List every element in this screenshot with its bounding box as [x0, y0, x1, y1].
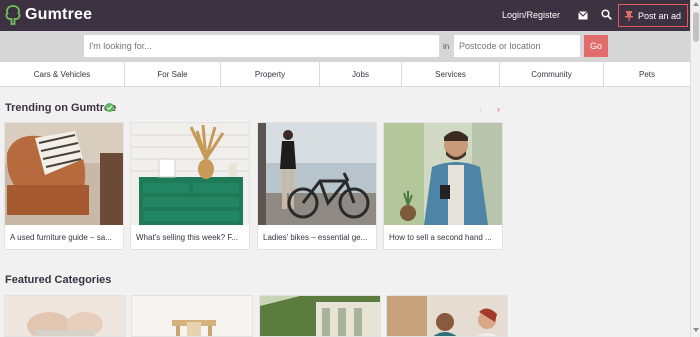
login-register-link[interactable]: Login/Register [502, 10, 560, 20]
search-bar: in Go [0, 31, 690, 62]
featured-image [5, 296, 125, 336]
carousel-prev-button[interactable]: ‹ [479, 104, 482, 114]
card-caption: Ladies' bikes – essential ge... [263, 233, 368, 242]
nav-services[interactable]: Services [402, 62, 500, 87]
post-ad-button[interactable]: Post an ad [618, 4, 688, 27]
verified-check-icon [105, 103, 114, 112]
scroll-up-arrow-icon[interactable] [693, 2, 699, 6]
featured-title: Featured Categories [5, 274, 112, 286]
trending-card[interactable]: How to sell a second hand ... [383, 122, 503, 250]
brand-name: Gumtree [25, 6, 93, 23]
nav-property[interactable]: Property [221, 62, 320, 87]
trending-title: Trending on Gumtree [5, 102, 117, 114]
trending-card[interactable]: Ladies' bikes – essential ge... [257, 122, 377, 250]
featured-category-card[interactable] [4, 295, 126, 337]
gumtree-tree-icon [5, 5, 21, 25]
nav-pets[interactable]: Pets [604, 62, 690, 87]
card-image [5, 123, 123, 225]
featured-image [387, 296, 507, 336]
page-scrollbar[interactable] [690, 0, 700, 337]
search-icon[interactable] [601, 9, 612, 20]
card-caption: How to sell a second hand ... [389, 233, 492, 242]
trending-card[interactable]: A used furniture guide – sa... [4, 122, 124, 250]
search-input[interactable] [84, 35, 439, 57]
card-image [384, 123, 502, 225]
nav-for-sale[interactable]: For Sale [125, 62, 221, 87]
card-caption: What's selling this week? F... [136, 233, 239, 242]
featured-category-card[interactable] [131, 295, 253, 337]
carousel-next-button[interactable]: › [497, 104, 500, 114]
mail-icon[interactable] [578, 11, 588, 20]
featured-image [260, 296, 380, 336]
search-go-button[interactable]: Go [584, 35, 608, 57]
nav-community[interactable]: Community [500, 62, 604, 87]
trending-card[interactable]: What's selling this week? F... [130, 122, 250, 250]
card-image [131, 123, 249, 225]
top-header: Gumtree Login/Register Post an ad [0, 0, 690, 31]
card-caption: A used furniture guide – sa... [10, 233, 112, 242]
scroll-thumb[interactable] [693, 12, 699, 42]
pin-icon [624, 10, 633, 21]
search-in-label: in [443, 42, 450, 51]
gumtree-logo[interactable]: Gumtree [5, 5, 92, 25]
post-ad-label: Post an ad [637, 10, 682, 21]
featured-category-card[interactable] [259, 295, 381, 337]
featured-category-card[interactable] [386, 295, 508, 337]
nav-cars-vehicles[interactable]: Cars & Vehicles [0, 62, 125, 87]
featured-image [132, 296, 252, 336]
card-image [258, 123, 376, 225]
location-input[interactable] [454, 35, 580, 57]
category-nav: Cars & Vehicles For Sale Property Jobs S… [0, 62, 690, 87]
scroll-down-arrow-icon[interactable] [693, 328, 699, 332]
nav-jobs[interactable]: Jobs [320, 62, 402, 87]
